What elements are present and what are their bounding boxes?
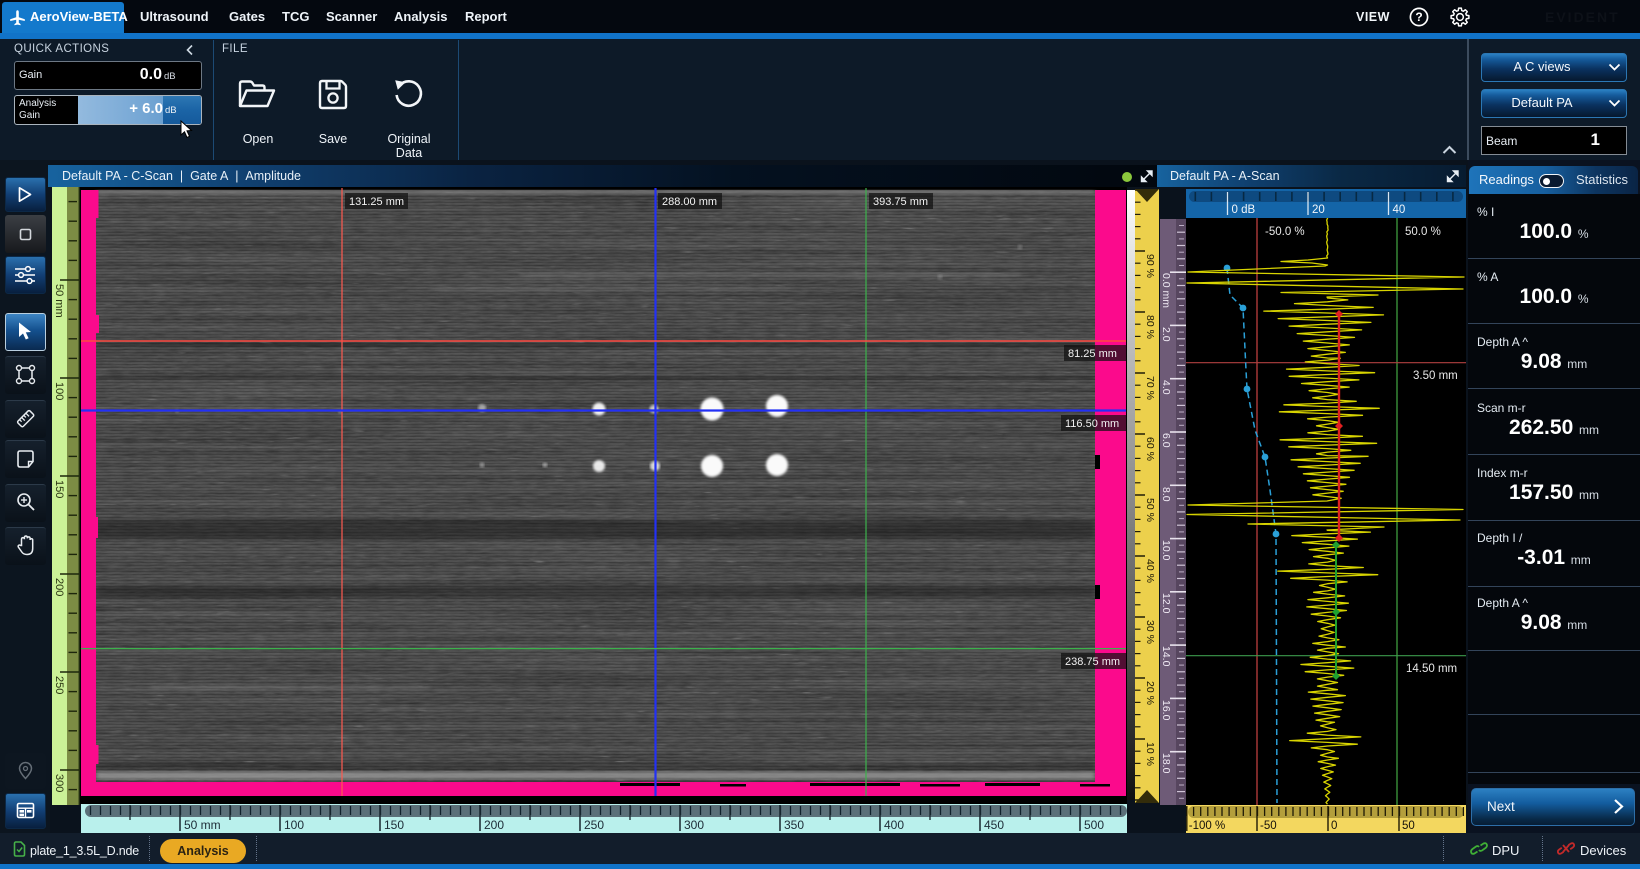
svg-text:6.0: 6.0: [1160, 433, 1172, 448]
svg-text:50 mm: 50 mm: [184, 818, 221, 832]
svg-text:50 %: 50 %: [1144, 498, 1156, 522]
svg-text:2.0: 2.0: [1160, 327, 1172, 342]
svg-text:500: 500: [1084, 818, 1104, 832]
svg-text:20 %: 20 %: [1144, 681, 1156, 705]
svg-text:60 %: 60 %: [1144, 437, 1156, 461]
svg-text:40: 40: [1393, 204, 1406, 216]
svg-text:150: 150: [384, 818, 404, 832]
svg-text:300: 300: [684, 818, 704, 832]
svg-text:14.0: 14.0: [1160, 646, 1172, 667]
svg-text:-50: -50: [1260, 820, 1277, 832]
svg-text:70 %: 70 %: [1144, 376, 1156, 400]
svg-text:100: 100: [53, 382, 65, 400]
svg-text:300: 300: [53, 774, 65, 792]
svg-text:90 %: 90 %: [1144, 254, 1156, 278]
svg-text:400: 400: [884, 818, 904, 832]
svg-text:200: 200: [484, 818, 504, 832]
svg-text:100: 100: [284, 818, 304, 832]
svg-text:0.0 mm: 0.0 mm: [1160, 273, 1172, 308]
svg-text:50 mm: 50 mm: [53, 284, 65, 318]
svg-text:-100 %: -100 %: [1189, 820, 1225, 832]
svg-text:30 %: 30 %: [1144, 620, 1156, 644]
svg-text:116.50 mm: 116.50 mm: [1065, 418, 1119, 430]
svg-text:10.0: 10.0: [1160, 540, 1172, 561]
svg-text:250: 250: [584, 818, 604, 832]
svg-text:450: 450: [984, 818, 1004, 832]
svg-text:50.0 %: 50.0 %: [1405, 226, 1441, 238]
svg-text:238.75 mm: 238.75 mm: [1065, 656, 1120, 668]
svg-text:80 %: 80 %: [1144, 315, 1156, 339]
svg-text:0 dB: 0 dB: [1232, 204, 1256, 216]
svg-text:40 %: 40 %: [1144, 559, 1156, 583]
svg-text:288.00 mm: 288.00 mm: [662, 196, 717, 208]
svg-text:350: 350: [784, 818, 804, 832]
svg-text:18.0: 18.0: [1160, 753, 1172, 774]
svg-text:81.25 mm: 81.25 mm: [1068, 348, 1117, 360]
svg-text:12.0: 12.0: [1160, 593, 1172, 614]
svg-text:150: 150: [53, 480, 65, 498]
svg-text:0: 0: [1331, 820, 1337, 832]
svg-text:16.0: 16.0: [1160, 700, 1172, 721]
svg-text:50: 50: [1402, 820, 1415, 832]
svg-text:14.50 mm: 14.50 mm: [1406, 663, 1457, 675]
svg-text:131.25 mm: 131.25 mm: [349, 196, 404, 208]
svg-text:4.0: 4.0: [1160, 380, 1172, 395]
svg-text:?: ?: [1415, 10, 1422, 24]
svg-text:-50.0 %: -50.0 %: [1265, 226, 1305, 238]
svg-text:10 %: 10 %: [1144, 742, 1156, 766]
svg-text:3.50 mm: 3.50 mm: [1413, 370, 1458, 382]
svg-text:20: 20: [1312, 204, 1325, 216]
svg-text:250: 250: [53, 676, 65, 694]
svg-text:8.0: 8.0: [1160, 487, 1172, 502]
svg-text:200: 200: [53, 578, 65, 596]
svg-text:393.75 mm: 393.75 mm: [873, 196, 928, 208]
